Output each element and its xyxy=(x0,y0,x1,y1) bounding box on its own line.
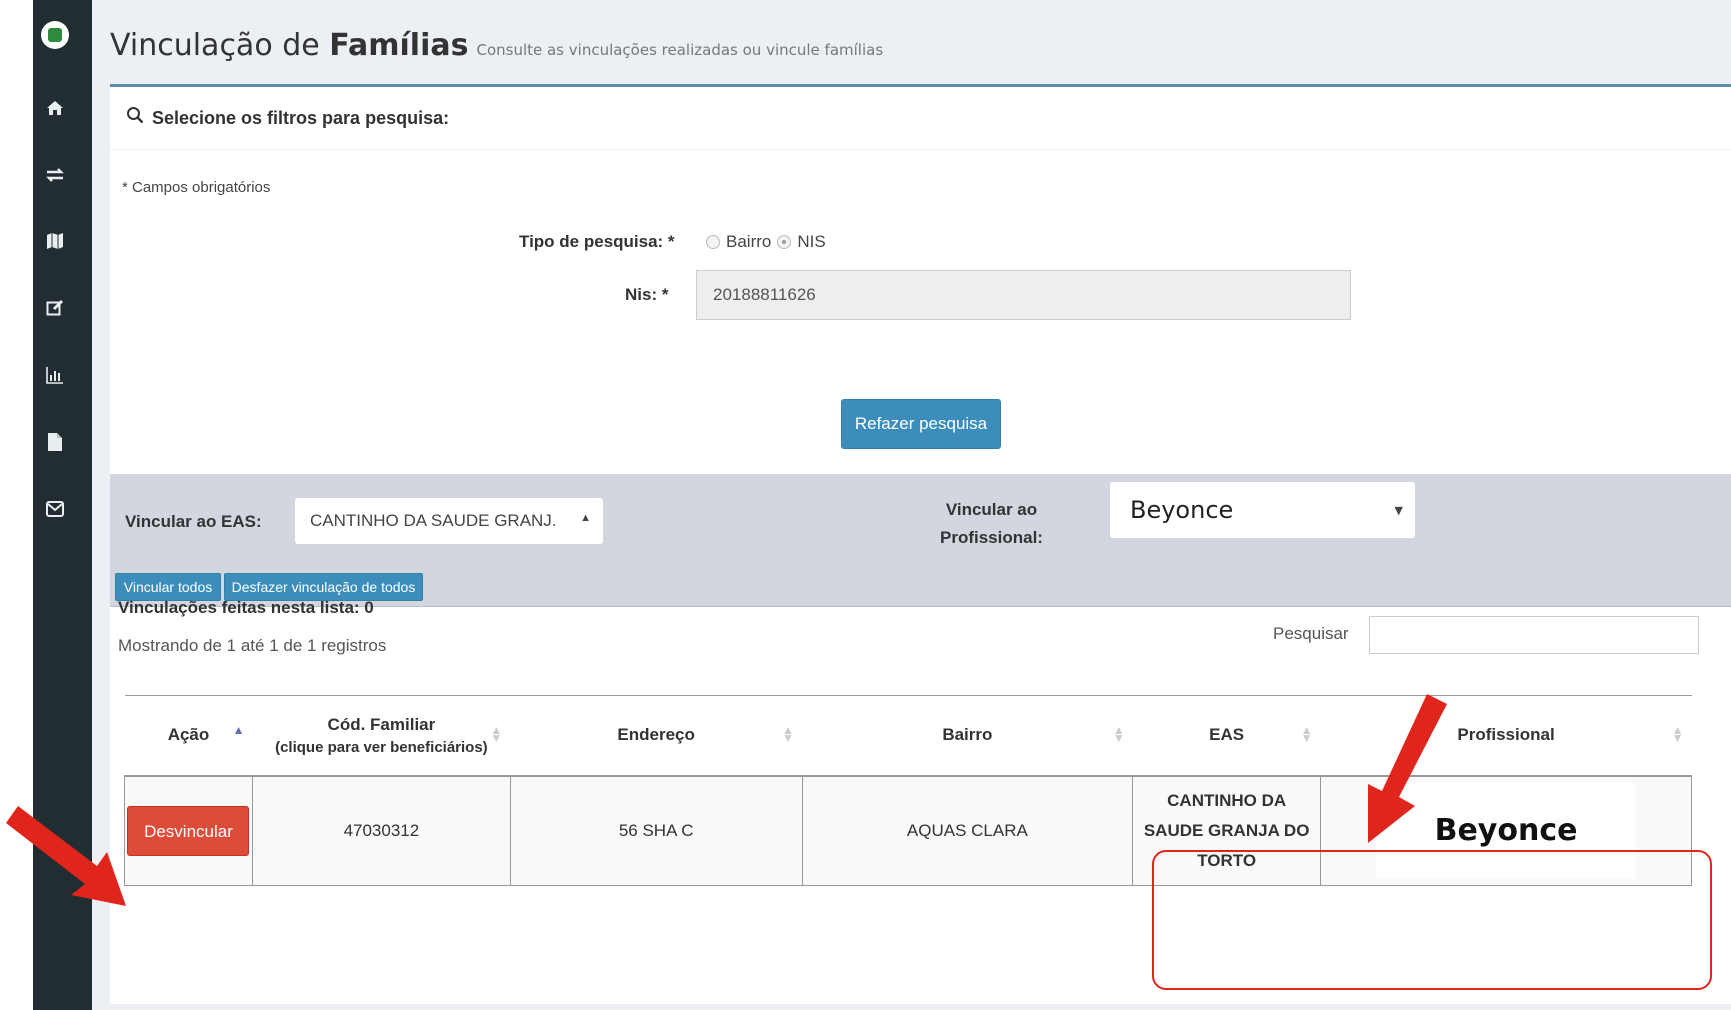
annotation-arrows xyxy=(6,694,1447,906)
arrow-right xyxy=(1368,694,1447,843)
arrow-left xyxy=(6,806,126,906)
